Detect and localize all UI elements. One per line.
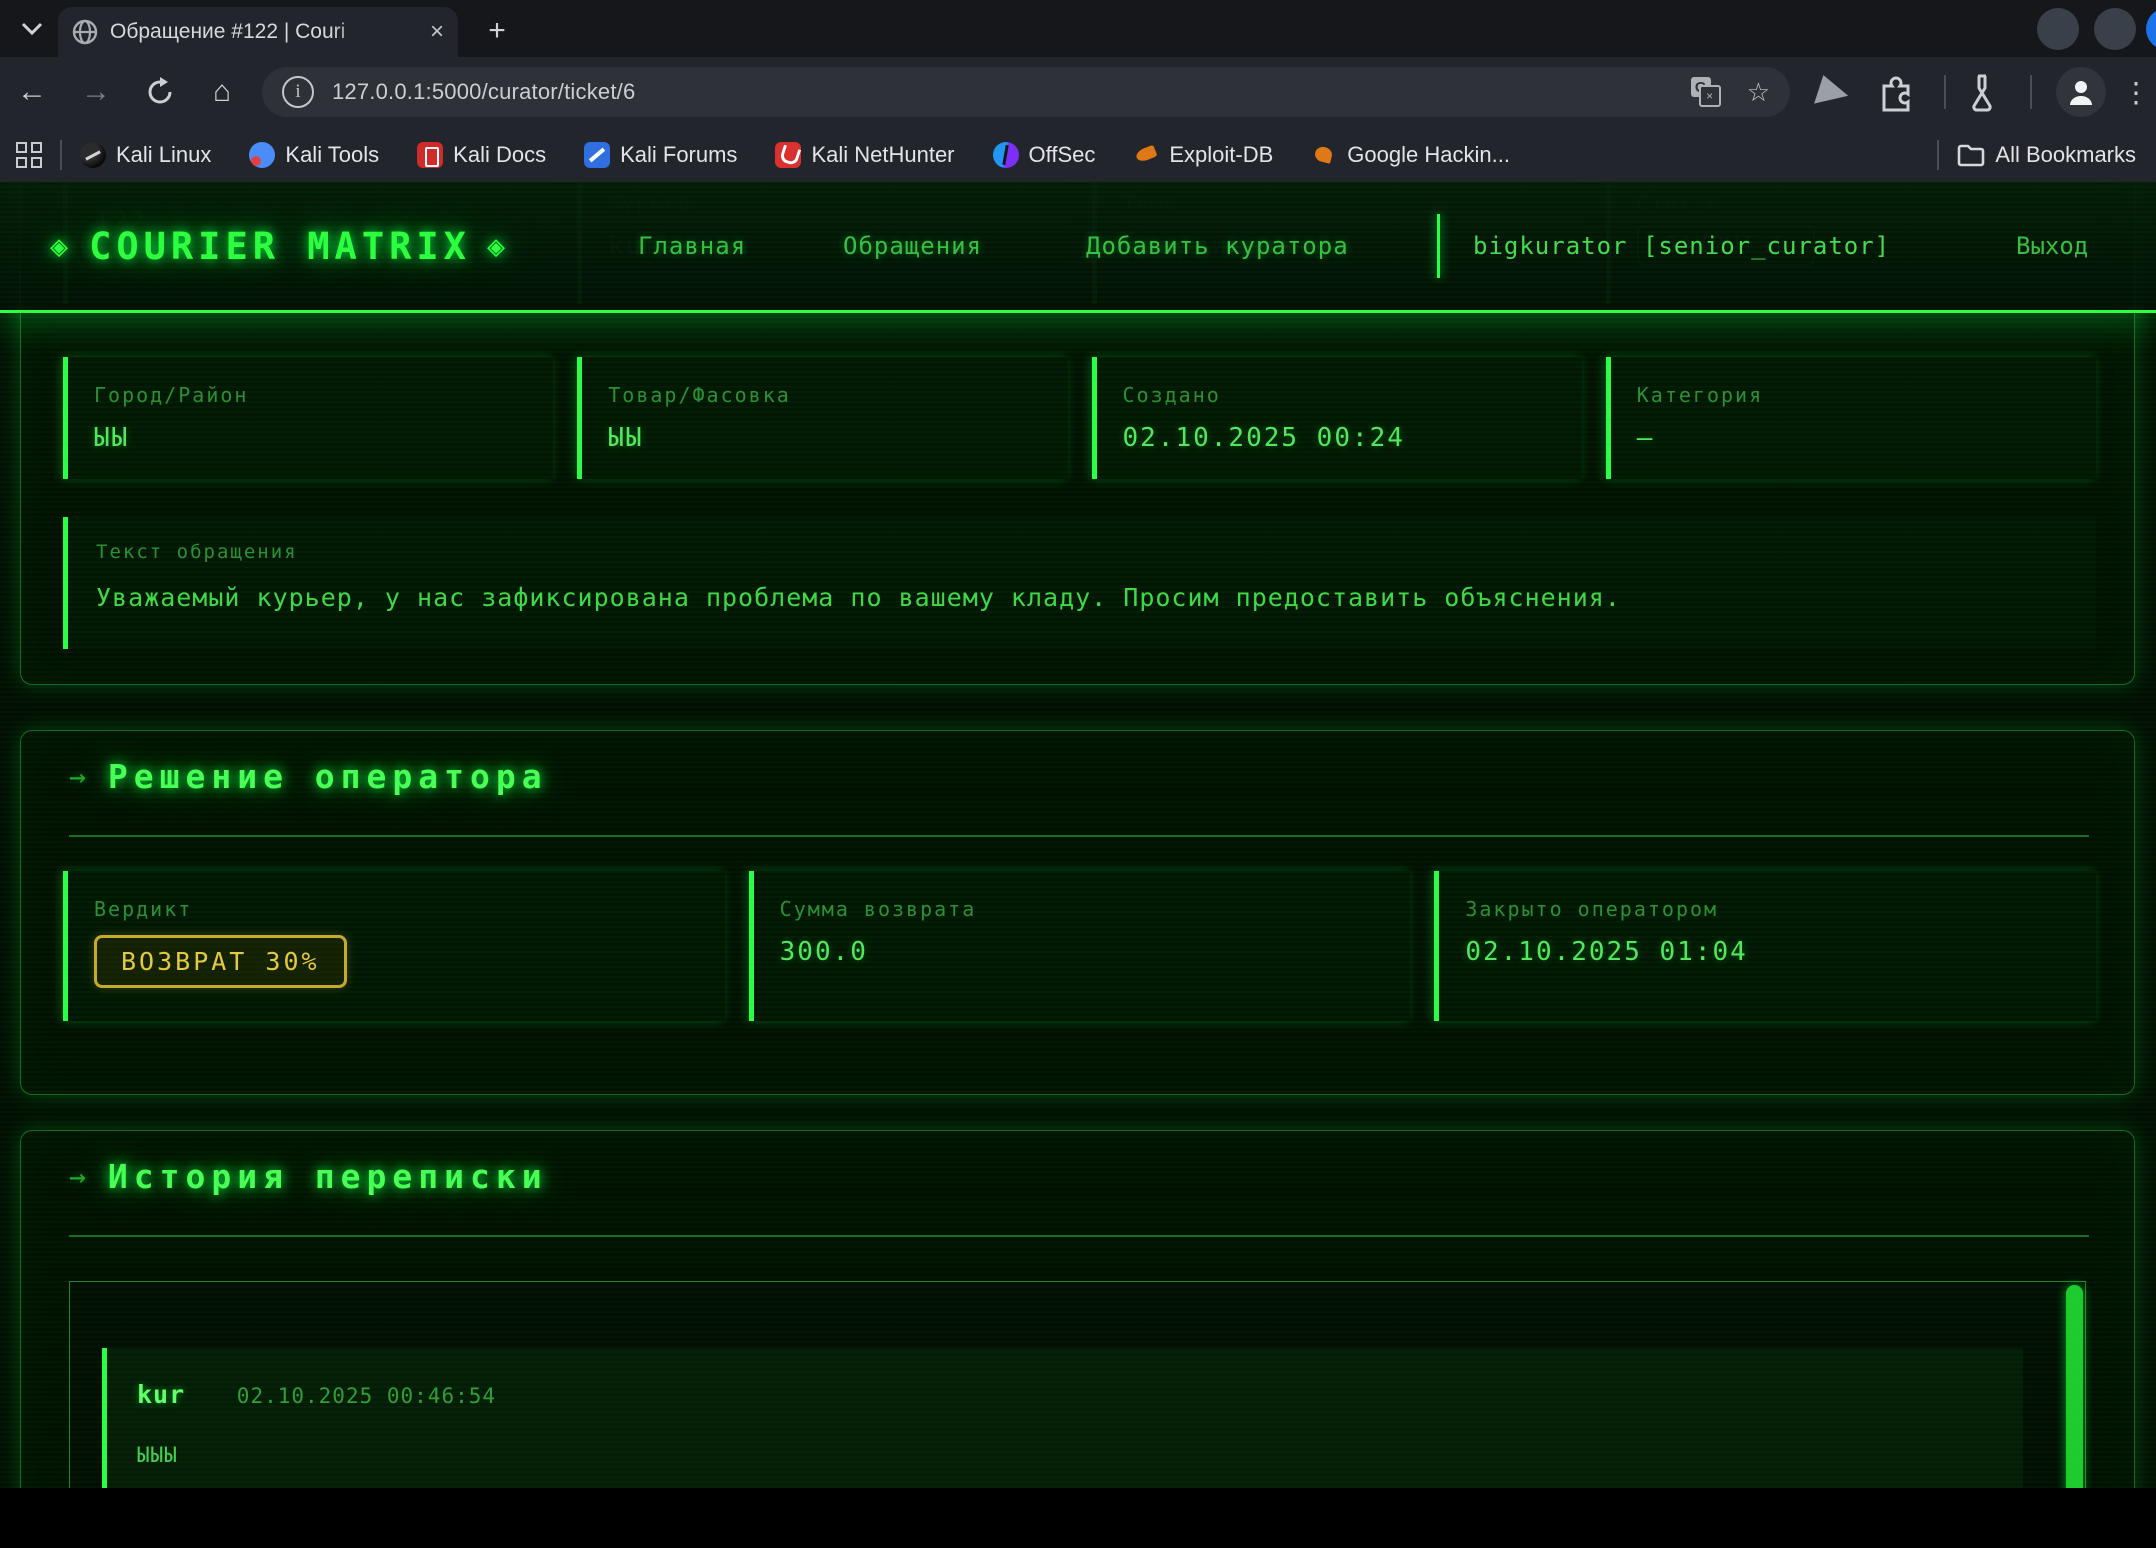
kali-tools-favicon — [249, 142, 275, 168]
window-close-button[interactable]: › — [2146, 8, 2156, 50]
arrow-icon: → — [69, 760, 86, 793]
city-card: Город/Район ЫЫ — [63, 357, 553, 479]
chat-history-container: kur 02.10.2025 00:46:54 ЫЫЫ — [69, 1281, 2086, 1488]
bookmark-kali-docs[interactable]: Kali Docs — [417, 142, 546, 168]
message-timestamp: 02.10.2025 00:46:54 — [237, 1384, 496, 1408]
nav-link-tickets[interactable]: Обращения — [843, 182, 982, 310]
kali-nethunter-favicon — [775, 142, 801, 168]
bookmark-kali-nethunter[interactable]: Kali NetHunter — [775, 142, 954, 168]
kali-linux-favicon — [80, 142, 106, 168]
all-bookmarks-button[interactable]: All Bookmarks — [1957, 142, 2136, 168]
google-hacking-favicon — [1311, 142, 1337, 168]
address-bar[interactable]: i 127.0.0.1:5000/curator/ticket/6 G × ☆ — [262, 67, 1790, 117]
tab-title: Обращение #122 | Couri — [110, 20, 380, 44]
browser-tab[interactable]: Обращение #122 | Couri × — [58, 7, 458, 57]
toolbar-divider — [2030, 75, 2032, 109]
kali-forums-favicon — [584, 142, 610, 168]
message-text: ЫЫЫ — [137, 1443, 1993, 1467]
apps-grid-icon[interactable] — [16, 142, 42, 168]
diamond-icon: ◈ — [50, 229, 73, 264]
chat-scrollbar-thumb[interactable] — [2066, 1285, 2083, 1488]
bookmark-kali-linux[interactable]: Kali Linux — [80, 142, 211, 168]
history-heading: История переписки — [108, 1157, 548, 1196]
tab-search-button[interactable] — [12, 10, 52, 48]
bookmark-exploit-db[interactable]: Exploit-DB — [1133, 142, 1273, 168]
closed-card: Закрыто оператором 02.10.2025 01:04 — [1434, 871, 2096, 1021]
kali-docs-favicon — [417, 142, 443, 168]
forward-button[interactable]: → — [72, 57, 120, 127]
bookmark-kali-forums[interactable]: Kali Forums — [584, 142, 737, 168]
bookmarks-divider — [60, 140, 62, 170]
bookmark-kali-tools[interactable]: Kali Tools — [249, 142, 379, 168]
bottom-black-bar — [0, 1488, 2156, 1548]
ticket-detail-row: Город/Район ЫЫ Товар/Фасовка ЫЫ Создано … — [63, 357, 2096, 479]
home-button[interactable]: ⌂ — [198, 57, 246, 127]
flask-icon[interactable] — [1962, 72, 2002, 112]
site-info-icon[interactable]: i — [282, 76, 314, 108]
ticket-text-card: Текст обращения Уважаемый курьер, у нас … — [63, 517, 2096, 649]
chevron-down-icon — [21, 22, 43, 36]
verdict-badge: ВОЗВРАТ 30% — [94, 935, 347, 988]
extensions-puzzle-icon[interactable] — [1876, 72, 1916, 112]
category-card: Категория — — [1606, 357, 2096, 479]
reload-button[interactable] — [136, 57, 184, 127]
bookmarks-bar: Kali Linux Kali Tools Kali Docs Kali For… — [0, 127, 2156, 182]
bookmarks-divider — [1937, 140, 1939, 170]
refund-card: Сумма возврата 300.0 — [749, 871, 1411, 1021]
site-brand[interactable]: ◈ COURIER MATRIX ◈ — [34, 182, 526, 310]
tab-close-icon[interactable]: × — [430, 20, 444, 44]
browser-toolbar: ← → ⌂ i 127.0.0.1:5000/curator/ticket/6 … — [0, 57, 2156, 127]
nav-link-home[interactable]: Главная — [638, 182, 746, 310]
url-text[interactable]: 127.0.0.1:5000/curator/ticket/6 — [332, 79, 1681, 105]
profile-avatar[interactable] — [2056, 67, 2106, 117]
browser-tab-bar: Обращение #122 | Couri × + › — [0, 0, 2156, 57]
offsec-favicon — [993, 142, 1019, 168]
bookmark-star-icon[interactable]: ☆ — [1747, 77, 1770, 108]
back-button[interactable]: ← — [8, 57, 56, 127]
extension-plane-icon[interactable] — [1814, 75, 1852, 113]
screen: Обращение #122 | Couri × + › ← → ⌂ i 127… — [0, 0, 2156, 1548]
navbar-divider — [1437, 214, 1440, 278]
section-divider — [69, 1235, 2089, 1237]
exploit-db-favicon — [1133, 142, 1159, 168]
product-card: Товар/Фасовка ЫЫ — [577, 357, 1067, 479]
toolbar-divider — [1944, 75, 1946, 109]
message-author: kur — [137, 1380, 185, 1409]
diamond-icon: ◈ — [487, 229, 510, 264]
bookmark-google-hacking[interactable]: Google Hackin... — [1311, 142, 1510, 168]
chat-message: kur 02.10.2025 00:46:54 ЫЫЫ — [102, 1348, 2023, 1488]
current-user-label: bigkurator [senior_curator] — [1473, 182, 1890, 310]
reload-icon — [145, 77, 175, 107]
translate-icon[interactable]: G × — [1691, 77, 1721, 107]
window-maximize-button[interactable] — [2094, 8, 2136, 50]
site-navbar: ◈ COURIER MATRIX ◈ Главная Обращения Доб… — [0, 182, 2156, 313]
resolution-heading: Решение оператора — [108, 757, 548, 796]
resolution-row: Вердикт ВОЗВРАТ 30% Сумма возврата 300.0… — [63, 871, 2096, 1021]
folder-icon — [1957, 143, 1985, 167]
page-viewport: 122 Курьер kur Тема координаты Статус ЗА… — [0, 182, 2156, 1488]
nav-link-add-curator[interactable]: Добавить куратора — [1086, 182, 1349, 310]
resolution-section: → Решение оператора Вердикт ВОЗВРАТ 30% … — [20, 730, 2135, 1095]
logout-link[interactable]: Выход — [2016, 182, 2088, 310]
arrow-icon: → — [69, 1160, 86, 1193]
browser-menu-button[interactable]: ⋮ — [2118, 57, 2154, 127]
person-icon — [2066, 77, 2096, 107]
verdict-card: Вердикт ВОЗВРАТ 30% — [63, 871, 725, 1021]
window-minimize-button[interactable] — [2037, 8, 2079, 50]
created-card: Создано 02.10.2025 00:24 — [1092, 357, 1582, 479]
section-divider — [69, 835, 2089, 837]
bookmark-offsec[interactable]: OffSec — [993, 142, 1096, 168]
new-tab-button[interactable]: + — [478, 12, 516, 50]
history-section: → История переписки kur 02.10.2025 00:46… — [20, 1130, 2135, 1488]
globe-favicon-icon — [72, 19, 98, 45]
